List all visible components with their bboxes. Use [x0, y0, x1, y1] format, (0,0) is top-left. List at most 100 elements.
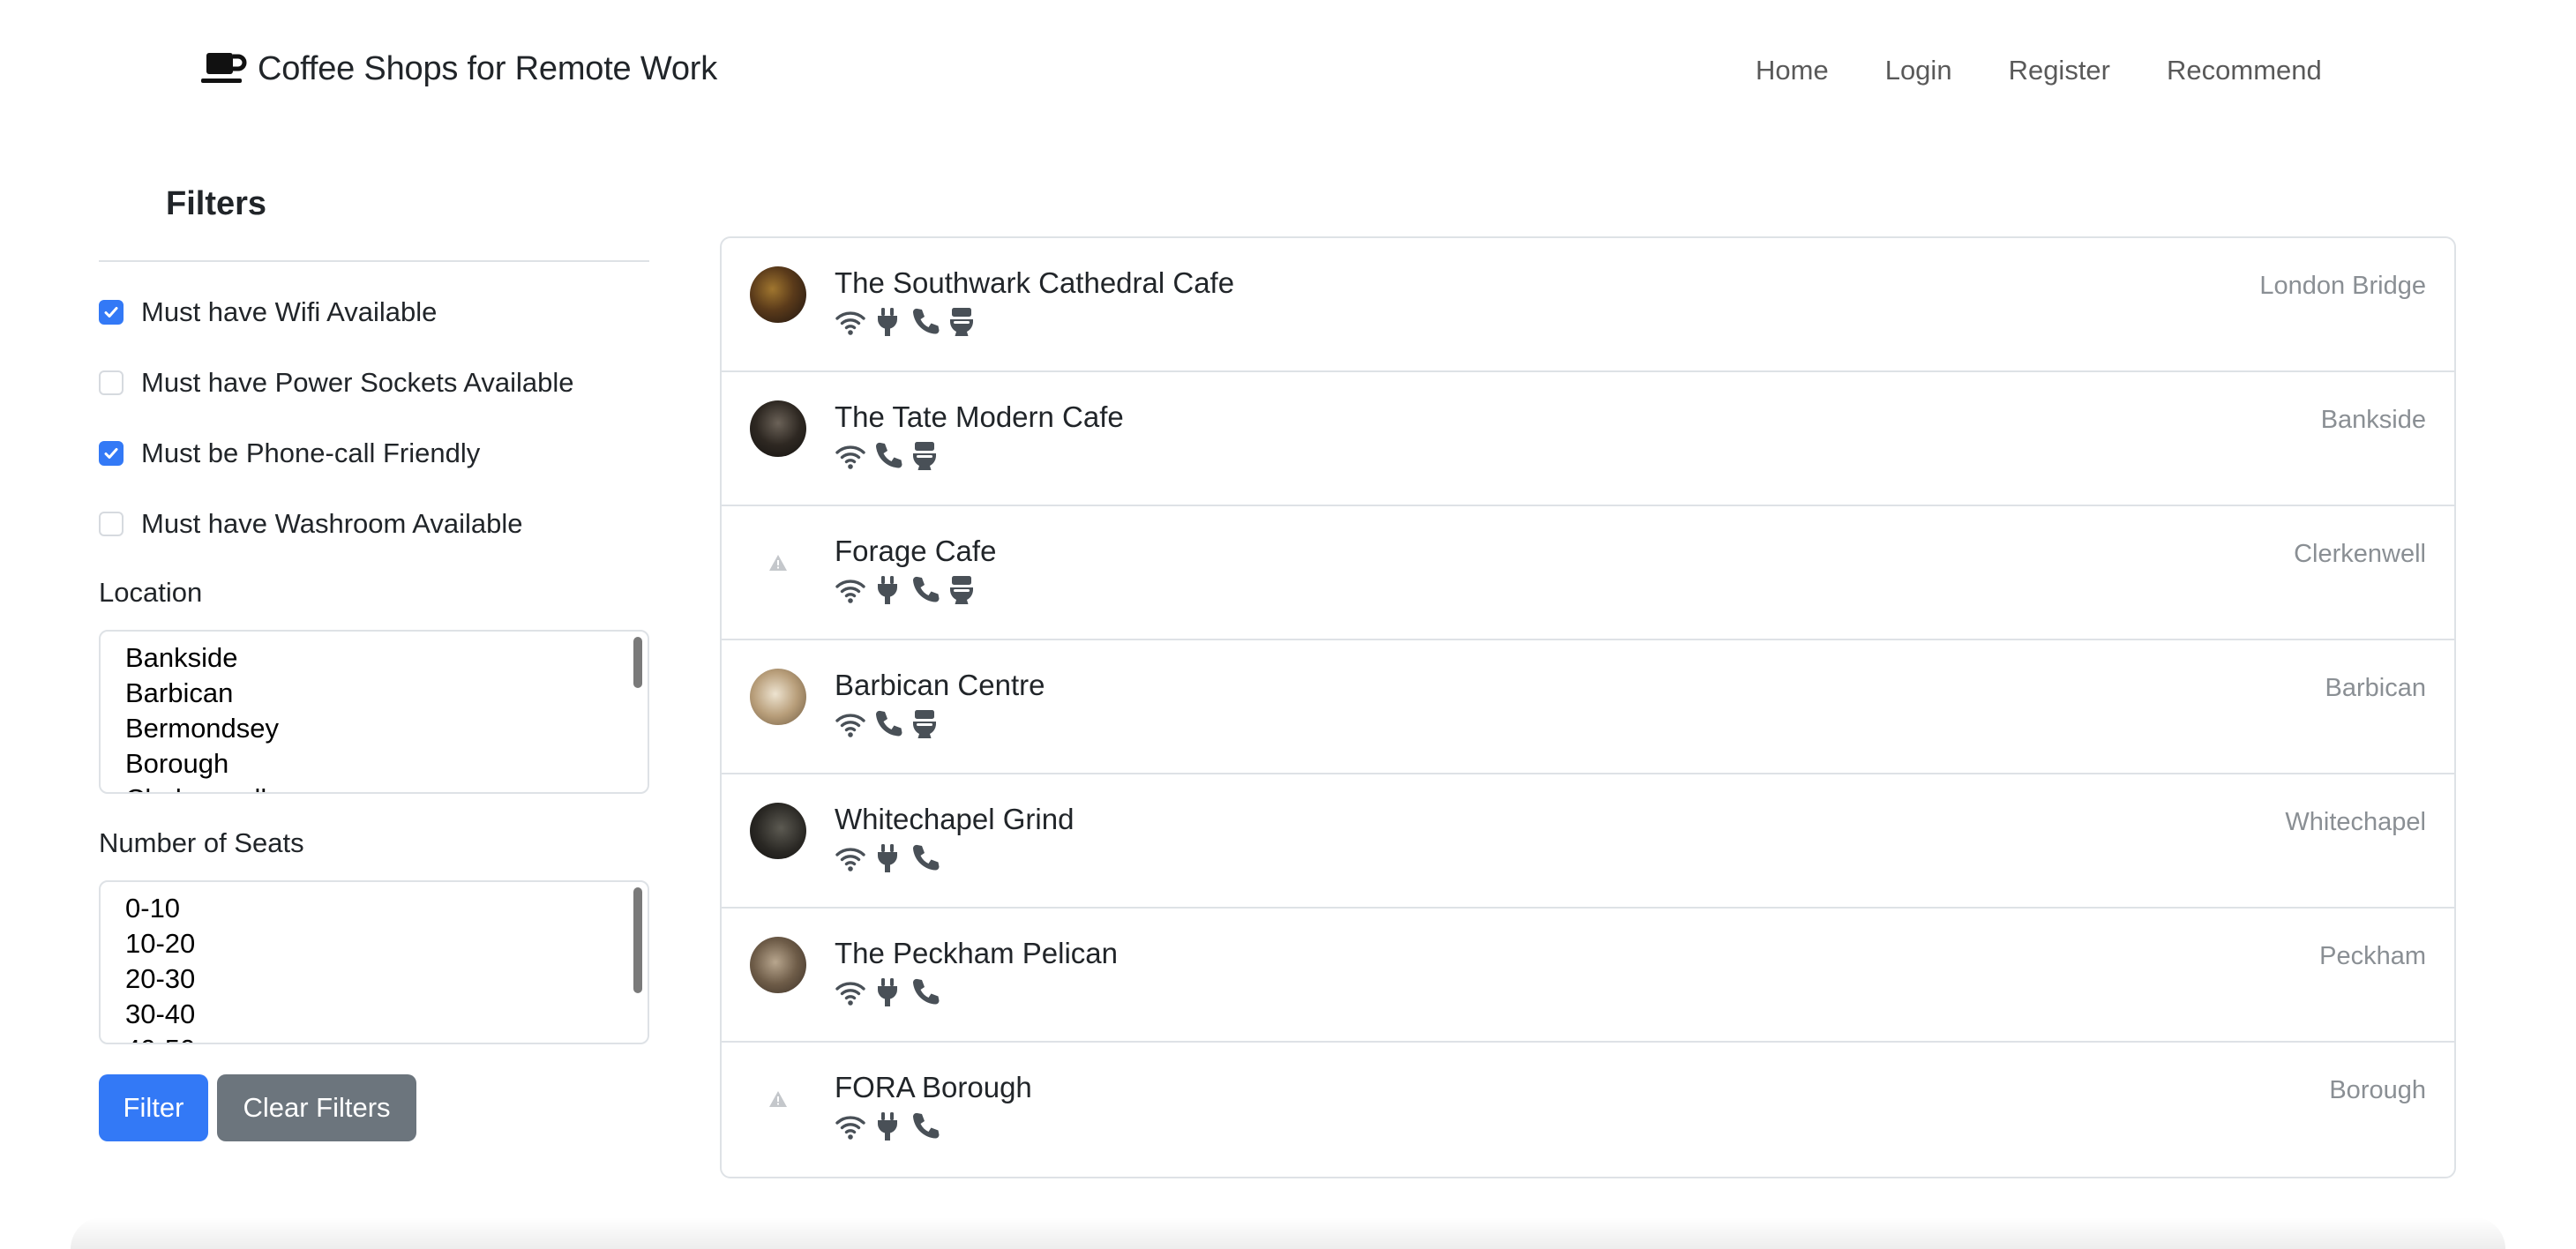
brand-title: Coffee Shops for Remote Work [258, 49, 718, 87]
location-option[interactable]: Clerkenwell [125, 782, 279, 792]
coffee-shop-list-item[interactable]: The Tate Modern Cafe Bankside [722, 372, 2454, 506]
coffee-cup-icon [201, 53, 247, 83]
shop-location: Bankside [2320, 406, 2426, 434]
washroom-filter-checkbox[interactable]: Must have Washroom Available [99, 506, 523, 542]
coffee-shop-list-item[interactable]: Forage Cafe Clerkenwell [722, 506, 2454, 640]
nav-recommend-link[interactable]: Recommend [2167, 55, 2322, 86]
phone-call-filter-label: Must be Phone-call Friendly [141, 438, 481, 468]
amenity-icons [835, 441, 940, 471]
seats-option[interactable]: 10-20 [125, 926, 195, 961]
seats-scrollbar[interactable] [632, 886, 644, 1039]
power-sockets-filter-checkbox[interactable]: Must have Power Sockets Available [99, 365, 574, 400]
shop-name: Forage Cafe [835, 535, 997, 567]
checkbox-box[interactable] [99, 512, 124, 536]
main-nav: Home Login Register Recommend [1756, 55, 2322, 86]
shop-location: Peckham [2319, 942, 2426, 970]
filter-button[interactable]: Filter [99, 1074, 208, 1141]
location-option[interactable]: Borough [125, 746, 279, 782]
seats-select[interactable]: 0-10 10-20 20-30 30-40 40-50 [99, 880, 649, 1044]
coffee-shop-list-item[interactable]: FORA Borough Borough [722, 1043, 2454, 1177]
plug-icon [872, 843, 903, 873]
wifi-icon [835, 709, 866, 739]
coffee-shop-list-item[interactable]: Whitechapel Grind Whitechapel [722, 774, 2454, 909]
phone-icon [909, 575, 940, 605]
shop-photo [750, 400, 806, 457]
amenity-icons [835, 843, 940, 873]
toilet-icon [909, 441, 940, 471]
filter-actions: Filter Clear Filters [99, 1074, 416, 1141]
location-scrollbar[interactable] [632, 635, 644, 789]
phone-icon [909, 1111, 940, 1141]
seats-option[interactable]: 20-30 [125, 961, 195, 997]
location-label: Location [99, 577, 203, 608]
filters-divider [99, 260, 649, 262]
shop-location: Whitechapel [2285, 808, 2426, 836]
shop-photo [750, 266, 806, 323]
broken-image-icon [750, 1071, 806, 1127]
seats-option[interactable]: 0-10 [125, 891, 195, 926]
amenity-icons [835, 575, 977, 605]
seats-option[interactable]: 30-40 [125, 997, 195, 1032]
shop-name: Barbican Centre [835, 669, 1045, 701]
plug-icon [872, 977, 903, 1007]
wifi-icon [835, 441, 866, 471]
amenity-icons [835, 1111, 940, 1141]
phone-icon [909, 843, 940, 873]
shop-photo [750, 937, 806, 993]
broken-image-icon [750, 535, 806, 591]
coffee-shop-list-item[interactable]: Barbican Centre Barbican [722, 640, 2454, 774]
location-select[interactable]: Bankside Barbican Bermondsey Borough Cle… [99, 630, 649, 794]
plug-icon [872, 307, 903, 337]
shop-photo [750, 803, 806, 859]
location-option[interactable]: Bermondsey [125, 711, 279, 746]
coffee-shop-list-item[interactable]: The Peckham Pelican Peckham [722, 909, 2454, 1043]
filters-title: Filters [166, 185, 267, 222]
clear-filters-button[interactable]: Clear Filters [217, 1074, 416, 1141]
phone-icon [909, 977, 940, 1007]
nav-login-link[interactable]: Login [1885, 55, 1952, 86]
navbar: Coffee Shops for Remote Work Home Login … [0, 0, 2576, 150]
shop-name: Whitechapel Grind [835, 803, 1075, 835]
wifi-filter-checkbox[interactable]: Must have Wifi Available [99, 295, 437, 330]
scrollbar-thumb[interactable] [633, 887, 642, 993]
checkbox-box[interactable] [99, 300, 124, 325]
toilet-icon [946, 575, 977, 605]
checkbox-box[interactable] [99, 441, 124, 466]
location-option[interactable]: Bankside [125, 640, 279, 676]
shop-name: FORA Borough [835, 1071, 1032, 1103]
location-option[interactable]: Barbican [125, 676, 279, 711]
amenity-icons [835, 307, 977, 337]
amenity-icons [835, 977, 940, 1007]
toilet-icon [909, 709, 940, 739]
phone-call-filter-checkbox[interactable]: Must be Phone-call Friendly [99, 436, 480, 471]
phone-icon [909, 307, 940, 337]
plug-icon [872, 575, 903, 605]
shop-location: Borough [2329, 1076, 2426, 1104]
shop-location: Barbican [2325, 674, 2426, 702]
shop-location: London Bridge [2259, 272, 2426, 300]
nav-home-link[interactable]: Home [1756, 55, 1829, 86]
phone-icon [872, 709, 903, 739]
coffee-shop-list: The Southwark Cathedral Cafe London Bridg… [720, 236, 2456, 1178]
scrollbar-thumb[interactable] [633, 637, 642, 688]
phone-icon [872, 441, 903, 471]
seats-label: Number of Seats [99, 827, 304, 858]
power-sockets-filter-label: Must have Power Sockets Available [141, 367, 574, 398]
washroom-filter-label: Must have Washroom Available [141, 508, 523, 539]
shop-name: The Peckham Pelican [835, 937, 1118, 969]
checkbox-box[interactable] [99, 370, 124, 395]
nav-register-link[interactable]: Register [2009, 55, 2110, 86]
wifi-icon [835, 1111, 866, 1141]
brand-link[interactable]: Coffee Shops for Remote Work [201, 49, 717, 88]
shop-location: Clerkenwell [2294, 540, 2426, 568]
shop-name: The Tate Modern Cafe [835, 400, 1124, 433]
wifi-icon [835, 977, 866, 1007]
wifi-icon [835, 307, 866, 337]
footer-edge [71, 1217, 2505, 1249]
plug-icon [872, 1111, 903, 1141]
coffee-shop-list-item[interactable]: The Southwark Cathedral Cafe London Bridg… [722, 238, 2454, 372]
seats-option[interactable]: 40-50 [125, 1032, 195, 1043]
wifi-filter-label: Must have Wifi Available [141, 296, 438, 327]
wifi-icon [835, 843, 866, 873]
shop-photo [750, 669, 806, 725]
